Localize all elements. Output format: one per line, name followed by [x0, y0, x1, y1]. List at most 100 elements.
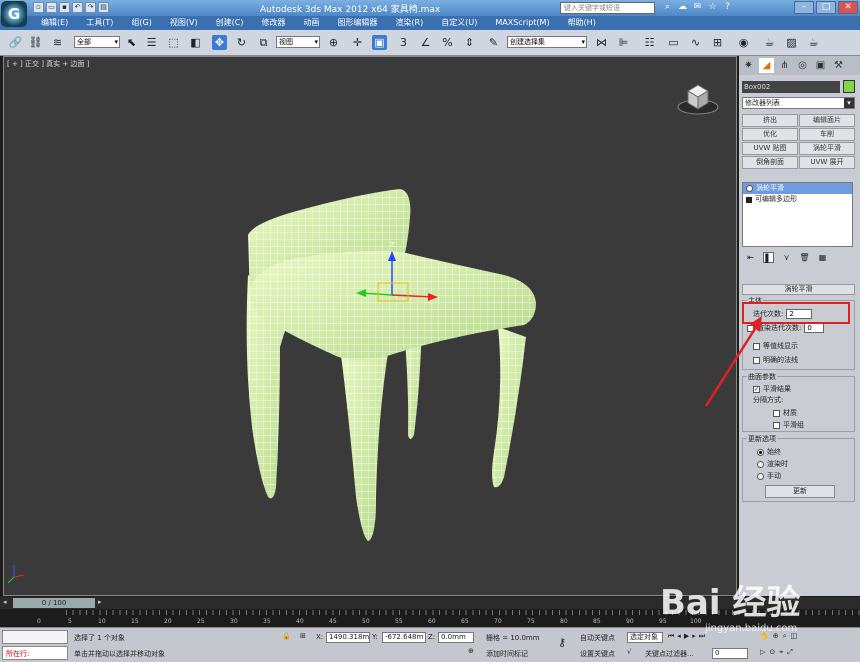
stack-item-turbosmooth[interactable]: 涡轮平滑	[743, 183, 852, 194]
menu-edit[interactable]: 编辑(E)	[32, 16, 77, 30]
menu-graph-editors[interactable]: 图形编辑器	[328, 16, 386, 30]
maxscript-mini-listener[interactable]: 所在行:	[2, 646, 68, 660]
z-coord-field[interactable]: 0.0mm	[438, 632, 474, 643]
prev-frame-icon[interactable]: ◂	[3, 598, 7, 606]
utilities-tab-icon[interactable]: ⚒	[831, 58, 846, 73]
manual-radio[interactable]	[757, 472, 764, 480]
key-icon[interactable]: ⚷	[558, 636, 576, 650]
open-file-icon[interactable]: ▭	[46, 2, 57, 13]
rectangular-selection-icon[interactable]: ⬚	[166, 35, 181, 50]
named-selection-sets-select[interactable]: 创建选择集	[507, 36, 587, 48]
when-render-radio[interactable]	[757, 460, 764, 468]
smoothing-groups-checkbox[interactable]	[773, 421, 780, 429]
menu-help[interactable]: 帮助(H)	[559, 16, 605, 30]
window-crossing-icon[interactable]: ◧	[188, 35, 203, 50]
rendered-frame-window-icon[interactable]: ▨	[784, 35, 799, 50]
keyboard-shortcut-override-icon[interactable]: ▣	[372, 35, 387, 50]
pin-stack-icon[interactable]: ⇤	[745, 252, 756, 263]
search-icon[interactable]: ⌕	[662, 2, 673, 13]
key-filters-button[interactable]: 关键点过滤器...	[645, 648, 705, 660]
menu-animation[interactable]: 动画	[294, 16, 328, 30]
select-manipulate-icon[interactable]: ✛	[350, 35, 365, 50]
app-logo-icon[interactable]: G	[1, 1, 27, 27]
edit-named-selection-icon[interactable]: ✎	[486, 35, 501, 50]
modifier-lathe-button[interactable]: 车削	[799, 128, 855, 141]
select-and-move-icon[interactable]: ✥	[212, 35, 227, 50]
menu-group[interactable]: 组(G)	[122, 16, 160, 30]
snaps-toggle-icon[interactable]: 3	[396, 35, 411, 50]
time-slider[interactable]: 0 / 100	[13, 598, 95, 608]
maximize-button[interactable]: □	[816, 1, 836, 14]
menu-views[interactable]: 视图(V)	[161, 16, 207, 30]
menu-tools[interactable]: 工具(T)	[77, 16, 122, 30]
mirror-icon[interactable]: ⋈	[594, 35, 609, 50]
modifier-bevel-profile-button[interactable]: 倒角剖面	[742, 156, 798, 169]
auto-key-button[interactable]: 自动关键点	[580, 632, 626, 644]
render-setup-icon[interactable]: ☕	[762, 35, 777, 50]
modify-tab-icon[interactable]: ◢	[759, 58, 774, 73]
materials-checkbox[interactable]	[773, 409, 780, 417]
close-button[interactable]: ✕	[838, 1, 858, 14]
reference-coord-system-select[interactable]: 视图	[276, 36, 320, 48]
set-key-button[interactable]: 设置关键点	[580, 648, 626, 660]
configure-sets-icon[interactable]: ▦	[817, 252, 828, 263]
chair-mesh[interactable]: Z	[4, 57, 737, 596]
menu-create[interactable]: 创建(C)	[207, 16, 253, 30]
select-and-rotate-icon[interactable]: ↻	[234, 35, 249, 50]
modifier-edit-patch-button[interactable]: 编辑面片	[799, 114, 855, 127]
menu-maxscript[interactable]: MAXScript(M)	[486, 16, 558, 30]
current-frame-field[interactable]: 0	[712, 648, 748, 659]
select-object-icon[interactable]: ⬉	[124, 35, 139, 50]
undo-icon[interactable]: ↶	[72, 2, 83, 13]
update-button[interactable]: 更新	[765, 485, 835, 498]
minimize-button[interactable]: –	[794, 1, 814, 14]
hierarchy-tab-icon[interactable]: ⋔	[777, 58, 792, 73]
bind-space-warp-icon[interactable]: ≋	[50, 35, 65, 50]
communication-icon[interactable]: ✉	[692, 2, 703, 13]
menu-modifiers[interactable]: 修改器	[252, 16, 294, 30]
next-frame-icon[interactable]: ▸	[98, 598, 102, 606]
menu-rendering[interactable]: 渲染(R)	[386, 16, 432, 30]
lock-selection-icon[interactable]: 🔒	[282, 632, 292, 642]
selection-filter-select[interactable]: 全部	[74, 36, 120, 48]
modifier-turbosmooth-button[interactable]: 涡轮平滑	[799, 142, 855, 155]
pivot-center-icon[interactable]: ⊕	[326, 35, 341, 50]
modifier-extrude-button[interactable]: 挤出	[742, 114, 798, 127]
render-iterations-spinner[interactable]: 0	[804, 323, 825, 333]
perspective-viewport[interactable]: [ + ] 正交 ] 真实 + 边面 ] Z	[3, 56, 737, 596]
viewcube-icon[interactable]	[676, 77, 720, 117]
motion-tab-icon[interactable]: ◎	[795, 58, 810, 73]
always-radio[interactable]	[757, 448, 764, 456]
help-icon[interactable]: ?	[722, 2, 733, 13]
maxscript-listener[interactable]	[2, 630, 68, 644]
select-by-name-icon[interactable]: ☰	[144, 35, 159, 50]
search-input[interactable]: 键入关键字或短语	[560, 2, 655, 14]
modifier-unwrap-uvw-button[interactable]: UVW 展开	[799, 156, 855, 169]
remove-modifier-icon[interactable]: 🗑	[799, 252, 810, 263]
absolute-mode-icon[interactable]: ⊞	[300, 632, 310, 642]
unlink-icon[interactable]: ⛓	[28, 35, 43, 50]
stack-item-editable-poly[interactable]: 可编辑多边形	[743, 194, 852, 205]
layer-manager-icon[interactable]: ☷	[642, 35, 657, 50]
modifier-list-select[interactable]: 修改器列表	[742, 97, 855, 109]
default-tangent-icon[interactable]: √	[627, 648, 639, 660]
display-tab-icon[interactable]: ▣	[813, 58, 828, 73]
x-coord-field[interactable]: 1490.318m	[326, 632, 370, 643]
angle-snap-icon[interactable]: ∠	[418, 35, 433, 50]
favorites-icon[interactable]: ☆	[707, 2, 718, 13]
make-unique-icon[interactable]: ⋎	[781, 252, 792, 263]
viewport-nav-controls-2[interactable]: ▷⊙⌖⤢	[760, 648, 858, 660]
add-time-tag[interactable]: 添加时间标记	[486, 649, 552, 659]
schematic-view-icon[interactable]: ⊞	[710, 35, 725, 50]
object-name-field[interactable]: Box002	[742, 81, 840, 93]
expand-icon[interactable]	[746, 196, 752, 203]
link-icon[interactable]: 🔗	[8, 35, 23, 50]
curve-editor-icon[interactable]: ∿	[688, 35, 703, 50]
create-tab-icon[interactable]: ✷	[741, 58, 756, 73]
show-end-result-icon[interactable]: ▌	[763, 252, 774, 263]
turbosmooth-rollout-title[interactable]: 涡轮平滑	[742, 284, 855, 295]
subscription-icon[interactable]: ☁	[677, 2, 688, 13]
align-icon[interactable]: ⊫	[616, 35, 631, 50]
project-folder-icon[interactable]: ▤	[98, 2, 109, 13]
selected-select[interactable]: 选定对象	[627, 632, 663, 643]
